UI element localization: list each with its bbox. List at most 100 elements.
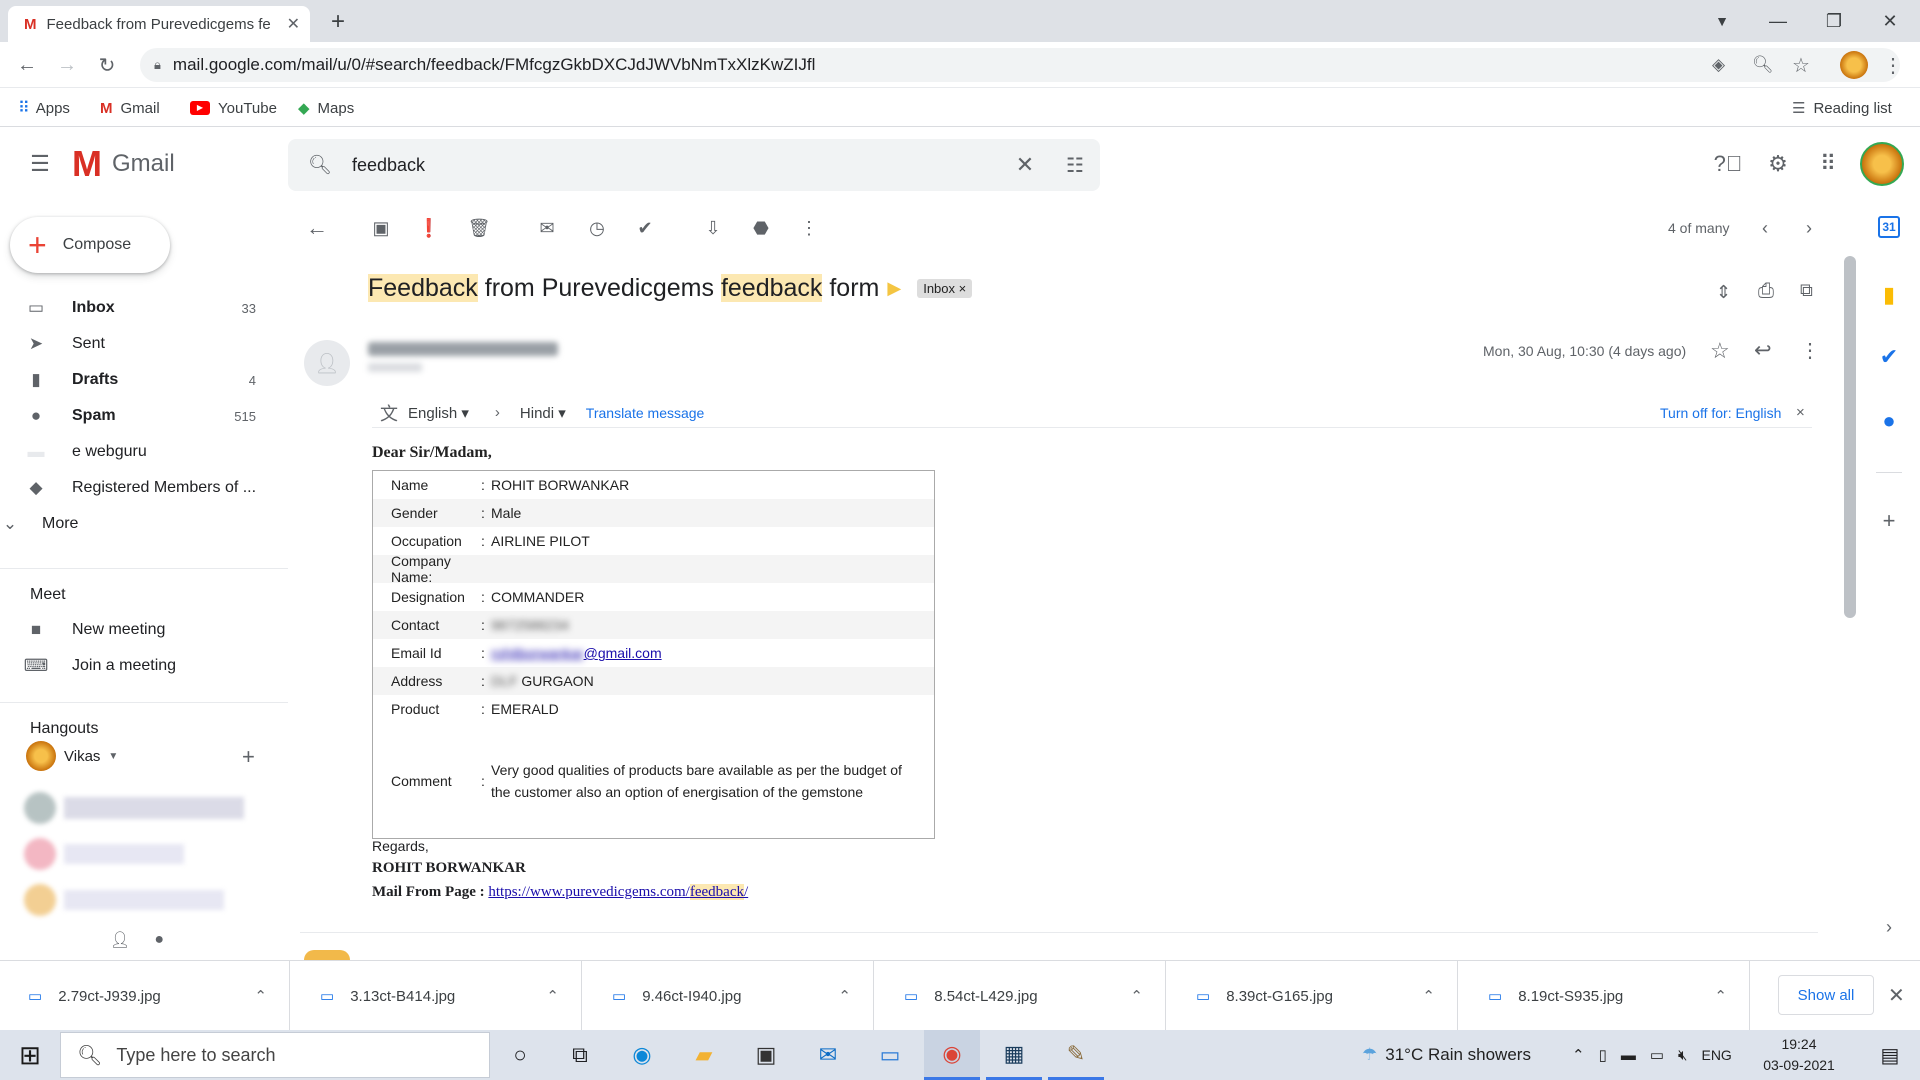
chrome-icon[interactable]: ◉: [924, 1030, 980, 1080]
download-item[interactable]: ▭ 2.79ct-J939.jpg ⌃: [0, 961, 290, 1031]
older-icon[interactable]: ›: [1794, 213, 1824, 243]
remove-label-icon[interactable]: ×: [959, 281, 967, 296]
download-options-icon[interactable]: ⌃: [546, 987, 559, 1005]
tab-search-icon[interactable]: ▼: [1694, 0, 1750, 42]
gmail-logo[interactable]: M Gmail: [72, 146, 175, 182]
sender-info-blurred[interactable]: [368, 342, 560, 374]
add-to-tasks-icon[interactable]: ✔: [630, 213, 660, 243]
bookmark-maps[interactable]: ◆ Maps: [298, 89, 354, 127]
search-input[interactable]: feedback: [352, 155, 1000, 176]
reload-icon[interactable]: ↻: [90, 48, 124, 82]
sidebar-item-more[interactable]: ⌄ More: [0, 506, 270, 542]
keep-icon[interactable]: ▮: [1872, 278, 1906, 312]
settings-gear-icon[interactable]: ⚙: [1760, 146, 1796, 182]
sidebar-item-e-webguru[interactable]: ▬ e webguru: [0, 434, 270, 470]
media-app-icon[interactable]: ▦: [986, 1030, 1042, 1080]
source-language-select[interactable]: English ▾: [408, 404, 469, 422]
zoom-icon[interactable]: 🔍︎: [1752, 55, 1774, 75]
star-icon[interactable]: ☆: [1710, 338, 1730, 364]
open-new-window-icon[interactable]: ⧉: [1800, 280, 1813, 301]
email-link[interactable]: rohitborwankar@gmail.com: [491, 645, 934, 661]
browser-tab[interactable]: M Feedback from Purevedicgems fe ✕: [8, 6, 310, 42]
importance-marker-icon[interactable]: ▶: [887, 278, 901, 299]
person-icon[interactable]: 👤︎: [110, 930, 130, 950]
collapse-all-icon[interactable]: ⇕: [1716, 282, 1731, 303]
download-options-icon[interactable]: ⌃: [1422, 987, 1435, 1005]
device-icon[interactable]: ▯: [1599, 1046, 1607, 1064]
google-apps-icon[interactable]: ⠿: [1810, 146, 1846, 182]
sidebar-item-drafts[interactable]: ▮ Drafts 4: [0, 362, 270, 398]
print-icon[interactable]: ⎙: [1758, 280, 1774, 303]
compose-button[interactable]: + Compose: [10, 217, 170, 273]
newer-icon[interactable]: ‹: [1750, 213, 1780, 243]
forward-icon[interactable]: →: [50, 48, 84, 82]
help-icon[interactable]: ?⃝: [1710, 146, 1746, 182]
get-addons-icon[interactable]: +: [1872, 504, 1906, 538]
pc-icon[interactable]: ▭: [862, 1030, 918, 1080]
sidebar-item-registered-members[interactable]: ◆ Registered Members of ...: [0, 470, 270, 506]
translate-message-link[interactable]: Translate message: [586, 405, 705, 421]
tasks-icon[interactable]: ✔: [1872, 340, 1906, 374]
inbox-label-chip[interactable]: Inbox ×: [917, 279, 973, 298]
sidebar-item-inbox[interactable]: ▭ Inbox 33: [0, 290, 270, 326]
target-language-select[interactable]: Hindi ▾: [520, 404, 566, 422]
account-avatar[interactable]: [1860, 142, 1904, 186]
bookmark-gmail[interactable]: M Gmail: [100, 89, 160, 127]
reply-icon[interactable]: ↩: [1754, 338, 1772, 363]
download-item[interactable]: ▭ 8.54ct-L429.jpg ⌃: [876, 961, 1166, 1031]
close-tab-icon[interactable]: ✕: [287, 14, 300, 34]
snooze-icon[interactable]: ◷: [582, 213, 612, 243]
main-scrollbar[interactable]: [1844, 256, 1856, 618]
add-hangout-icon[interactable]: +: [242, 744, 255, 770]
restore-icon[interactable]: ❐: [1806, 0, 1862, 42]
bookmark-youtube[interactable]: ▶ YouTube: [190, 89, 277, 127]
address-bar[interactable]: 🔒︎ mail.google.com/mail/u/0/#search/feed…: [140, 48, 1900, 82]
close-window-icon[interactable]: ✕: [1862, 0, 1918, 42]
edge-icon[interactable]: ◉: [614, 1030, 670, 1080]
sidebar-item-sent[interactable]: ➤ Sent: [0, 326, 270, 362]
volume-muted-icon[interactable]: 🔇︎: [1678, 1047, 1687, 1064]
hangouts-user[interactable]: Vikas ▼: [26, 738, 118, 774]
message-more-icon[interactable]: ⋮: [1800, 338, 1820, 363]
download-options-icon[interactable]: ⌃: [1714, 987, 1727, 1005]
archive-icon[interactable]: ▣: [366, 213, 396, 243]
label-icon[interactable]: ⬣: [746, 213, 776, 243]
delete-icon[interactable]: 🗑︎: [464, 213, 494, 243]
mail-app-icon[interactable]: ✉: [800, 1030, 856, 1080]
main-menu-icon[interactable]: ☰: [22, 146, 58, 182]
download-item[interactable]: ▭ 3.13ct-B414.jpg ⌃: [292, 961, 582, 1031]
back-icon[interactable]: ←: [10, 48, 44, 82]
browser-menu-icon[interactable]: ⋮: [1876, 48, 1910, 82]
show-all-button[interactable]: Show all: [1778, 975, 1874, 1015]
profile-avatar[interactable]: [1840, 51, 1868, 79]
calendar-icon[interactable]: 31: [1878, 216, 1900, 238]
sidebar-item-spam[interactable]: ● Spam 515: [0, 398, 270, 434]
contacts-icon[interactable]: ●: [1872, 404, 1906, 438]
weather-widget[interactable]: ☂ 31°C Rain showers: [1362, 1030, 1531, 1080]
close-downloads-icon[interactable]: ✕: [1888, 983, 1905, 1008]
back-to-list-icon[interactable]: ←: [302, 213, 332, 243]
download-options-icon[interactable]: ⌃: [254, 987, 267, 1005]
reading-list[interactable]: ☰ Reading list: [1792, 89, 1892, 127]
language-indicator[interactable]: ENG: [1701, 1047, 1731, 1063]
report-spam-icon[interactable]: ❗: [414, 213, 444, 243]
paint-app-icon[interactable]: ✎: [1048, 1030, 1104, 1080]
clear-search-icon[interactable]: ✕: [1000, 152, 1050, 178]
show-side-panel-icon[interactable]: ›: [1872, 910, 1906, 944]
notifications-icon[interactable]: ▤: [1862, 1030, 1918, 1080]
new-tab-button[interactable]: +: [322, 6, 354, 38]
download-item[interactable]: ▭ 8.39ct-G165.jpg ⌃: [1168, 961, 1458, 1031]
meet-new-meeting[interactable]: ■ New meeting: [0, 612, 270, 648]
file-explorer-icon[interactable]: ▰: [676, 1030, 732, 1080]
cortana-icon[interactable]: ○: [492, 1030, 548, 1080]
minimize-icon[interactable]: —: [1750, 0, 1806, 42]
hangouts-status-icon[interactable]: ●: [154, 931, 164, 949]
bookmark-star-icon[interactable]: ☆: [1792, 53, 1810, 78]
mail-from-link[interactable]: https://www.purevedicgems.com/feedback/: [488, 884, 748, 900]
download-options-icon[interactable]: ⌃: [838, 987, 851, 1005]
download-item[interactable]: ▭ 9.46ct-I940.jpg ⌃: [584, 961, 874, 1031]
eye-icon[interactable]: ◈: [1712, 55, 1725, 75]
tray-expand-icon[interactable]: ⌃: [1572, 1046, 1585, 1064]
meet-join-meeting[interactable]: ⌨ Join a meeting: [0, 648, 270, 684]
taskbar-search[interactable]: 🔍︎ Type here to search: [60, 1032, 490, 1078]
